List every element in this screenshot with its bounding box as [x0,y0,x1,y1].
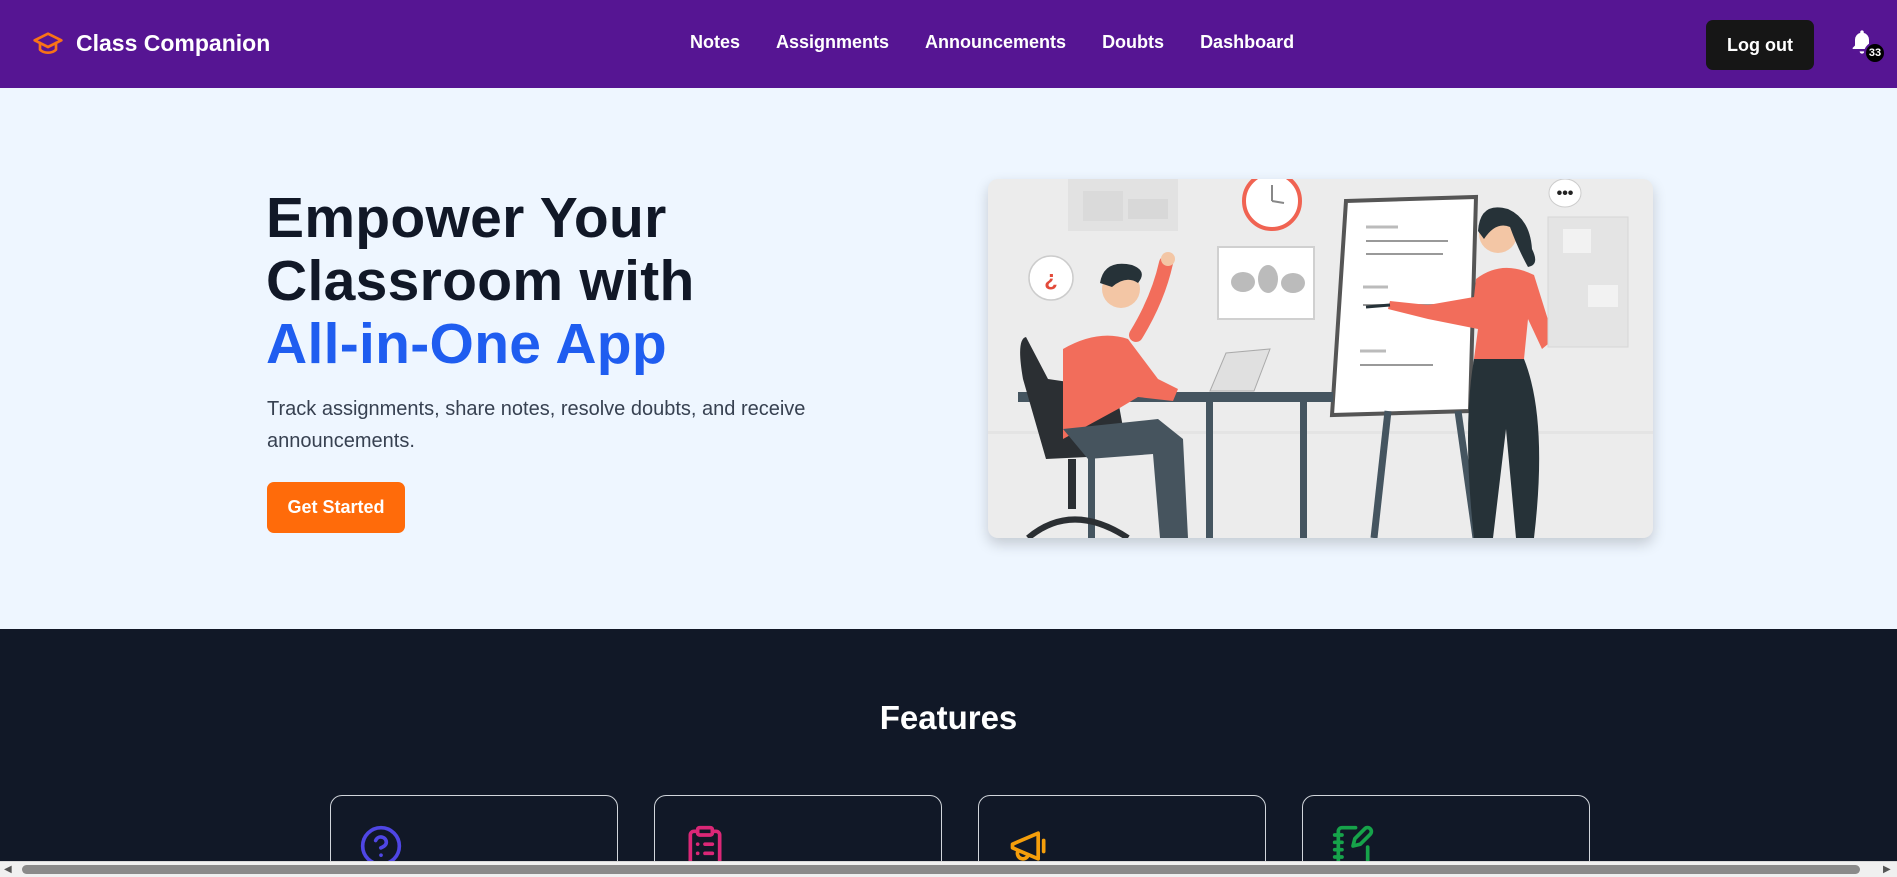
clock-icon [1242,179,1302,231]
nav-link-doubts[interactable]: Doubts [1102,32,1164,53]
brand-name: Class Companion [76,29,271,56]
student-figure [1063,252,1188,538]
presentation-board [1329,194,1480,538]
world-map-frame [1217,246,1315,320]
hero-title-line1: Empower Your [266,186,667,250]
horizontal-scrollbar[interactable]: ◀ ▶ [0,861,1897,877]
nav-link-dashboard[interactable]: Dashboard [1200,32,1294,53]
nav-link-notes[interactable]: Notes [690,32,740,53]
features-title: Features [879,699,1018,736]
question-bubble: ¿ [1028,255,1074,301]
notification-count-badge: 33 [1864,42,1886,64]
hero-subtitle: Track assignments, share notes, resolve … [267,398,806,452]
get-started-button[interactable]: Get Started [267,482,405,533]
hero-title-line2: Classroom with [266,249,695,313]
svg-text:¿: ¿ [1044,266,1057,291]
nav-link-announcements[interactable]: Announcements [925,32,1066,53]
classroom-illustration: ¿ ••• [988,179,1653,538]
logout-button[interactable]: Log out [1706,20,1814,70]
hero-section: Empower Your Classroom with All-in-One A… [0,88,1897,629]
scroll-right-arrow-icon[interactable]: ▶ [1883,864,1891,876]
notifications-button[interactable]: 33 [1848,27,1886,64]
hero-title-highlight: All-in-One App [266,312,668,376]
top-navbar: Class Companion Notes Assignments Announ… [0,0,1897,88]
scroll-left-arrow-icon[interactable]: ◀ [4,864,12,876]
scrollbar-thumb[interactable] [22,865,1860,874]
graduation-cap-icon [33,32,63,54]
features-section: Features [0,629,1897,875]
teacher-student-illustration: ¿ ••• [988,179,1653,538]
nav-links: Notes Assignments Announcements Doubts D… [690,32,1294,53]
svg-text:•••: ••• [1557,185,1574,202]
nav-link-assignments[interactable]: Assignments [776,32,889,53]
hero-title: Empower Your Classroom with All-in-One A… [266,187,695,376]
brand-logo[interactable]: Class Companion [32,27,270,59]
